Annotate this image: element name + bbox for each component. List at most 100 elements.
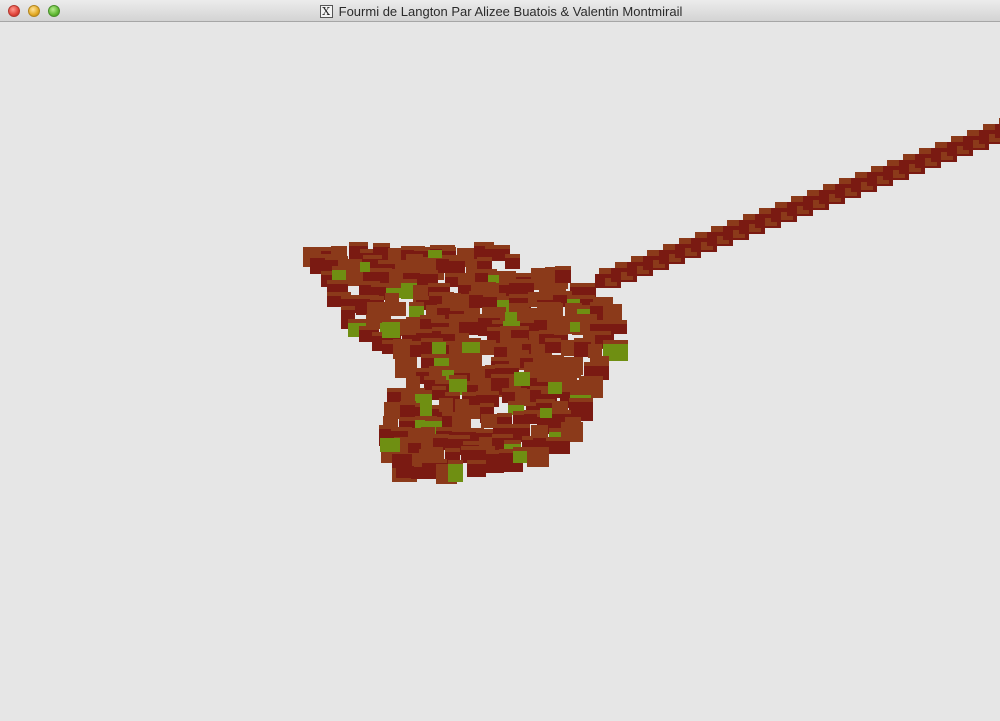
voxel-top-face <box>554 331 568 335</box>
voxel-top-face <box>363 255 382 259</box>
green-voxel <box>432 342 446 354</box>
red-voxel <box>505 258 520 269</box>
voxel-top-face <box>332 266 356 270</box>
voxel-top-face <box>433 434 449 438</box>
green-voxel <box>382 322 400 338</box>
voxel-top-face <box>584 362 609 366</box>
voxel-top-face <box>428 283 450 287</box>
voxel-top-face <box>403 269 422 273</box>
voxel-top-face <box>505 254 520 258</box>
voxel-top-face <box>464 308 480 312</box>
voxel-top-face <box>492 434 513 438</box>
voxel-top-face <box>495 364 519 368</box>
green-voxel <box>505 312 517 322</box>
voxel-top-face <box>569 398 593 402</box>
voxel-top-face <box>580 295 595 299</box>
voxel-top-face <box>401 279 417 283</box>
voxel-top-face <box>588 344 602 348</box>
voxel-top-face <box>457 248 476 252</box>
voxel-top-face <box>482 307 506 311</box>
voxel-top-face <box>341 306 355 310</box>
voxel-top-face <box>359 326 379 330</box>
green-voxel <box>380 438 400 452</box>
voxel-top-face <box>555 266 571 270</box>
voxel-top-face <box>400 401 416 405</box>
green-voxel <box>514 372 530 386</box>
voxel-top-face <box>463 441 480 445</box>
green-voxel <box>420 402 432 416</box>
voxel-top-face <box>491 374 510 378</box>
voxel-top-face <box>449 314 466 318</box>
voxel-top-face <box>515 391 530 395</box>
voxel-top-face <box>416 329 433 333</box>
voxel-top-face <box>421 354 435 358</box>
voxel-top-face <box>385 293 399 297</box>
voxel-top-face <box>448 435 470 439</box>
red-voxel <box>400 405 416 419</box>
voxel-top-face <box>379 425 393 429</box>
voxel-top-face <box>480 403 494 407</box>
voxel-top-face <box>509 279 534 283</box>
voxel-top-face <box>593 297 613 301</box>
voxel-top-face <box>547 303 563 307</box>
voxel-top-face <box>507 424 530 428</box>
voxel-top-face <box>415 390 432 394</box>
voxel-top-face <box>366 314 391 318</box>
voxel-top-face <box>511 326 529 330</box>
red-voxel <box>467 464 486 477</box>
voxel-top-face <box>406 376 420 380</box>
voxel-top-face <box>562 357 583 361</box>
voxel-top-face <box>373 243 390 247</box>
voxel-top-face <box>561 422 583 426</box>
voxel-top-face <box>552 283 566 287</box>
voxel-top-face <box>445 448 460 452</box>
voxel-top-face <box>439 398 453 402</box>
voxel-top-face <box>595 331 611 335</box>
voxel-top-face <box>531 425 548 429</box>
green-voxel <box>540 408 552 418</box>
red-voxel <box>395 361 417 378</box>
langton-ant-3d-view <box>303 118 1000 484</box>
voxel-top-face <box>349 242 368 246</box>
voxel-top-face <box>603 304 622 308</box>
voxel-top-face <box>553 291 572 295</box>
trail-voxel <box>995 124 1000 138</box>
voxel-top-face <box>528 292 542 296</box>
voxel-top-face <box>509 294 531 298</box>
render-canvas[interactable] <box>0 22 1000 721</box>
app-window: X Fourmi de Langton Par Alizee Buatois &… <box>0 0 1000 721</box>
voxel-top-face <box>466 353 482 357</box>
voxel-top-face <box>455 333 469 337</box>
voxel-top-face <box>570 391 591 395</box>
green-voxel <box>548 382 562 394</box>
voxel-top-face <box>395 357 417 361</box>
voxel-top-face <box>497 413 512 417</box>
voxel-top-face <box>432 386 446 390</box>
x11-icon: X <box>319 4 333 18</box>
red-voxel <box>396 466 414 478</box>
voxel-top-face <box>424 376 446 380</box>
voxel-top-face <box>378 260 396 264</box>
voxel-top-face <box>331 246 347 250</box>
voxel-top-face <box>582 283 596 287</box>
voxel-top-face <box>574 338 591 342</box>
voxel-top-face <box>338 259 362 263</box>
voxel-top-face <box>467 460 486 464</box>
voxel-top-face <box>481 414 499 418</box>
voxel-top-face <box>590 356 609 360</box>
green-voxel <box>428 250 442 258</box>
title-bar[interactable]: X Fourmi de Langton Par Alizee Buatois &… <box>0 0 1000 22</box>
voxel-top-face <box>393 339 412 343</box>
voxel-top-face <box>470 366 487 370</box>
voxel-top-face <box>442 247 456 251</box>
voxel-top-face <box>565 417 581 421</box>
voxel-top-face <box>539 330 554 334</box>
voxel-top-face <box>348 319 367 323</box>
voxel-top-face <box>533 434 548 438</box>
window-title: X Fourmi de Langton Par Alizee Buatois &… <box>0 0 1000 22</box>
voxel-top-face <box>455 399 469 403</box>
voxel-top-face <box>566 362 581 366</box>
voxel-top-face <box>509 350 529 354</box>
voxel-top-face <box>445 392 460 396</box>
voxel-top-face <box>550 410 571 414</box>
